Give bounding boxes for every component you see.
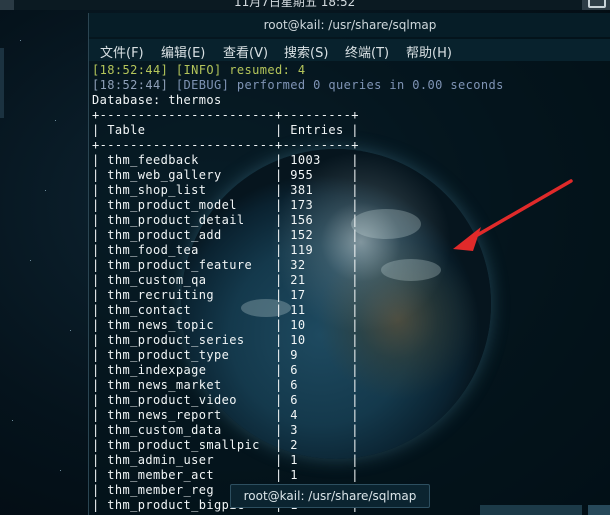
table-row: | thm_product_add | 152 | [92, 228, 359, 242]
table-row: | thm_product_series | 10 | [92, 333, 359, 347]
table-row: | thm_admin_user | 1 | [92, 453, 359, 467]
log-timestamp: [18:52:44] [92, 63, 169, 77]
taskbar-window-button[interactable] [480, 505, 582, 515]
table-row: | thm_web_gallery | 955 | [92, 168, 359, 182]
log-message: resumed: 4 [229, 63, 306, 77]
log-level: [INFO] [175, 63, 222, 77]
window-tooltip: root@kail: /usr/share/sqlmap [230, 484, 430, 508]
menu-edit[interactable]: 编辑(E) [161, 42, 205, 61]
table-row: | thm_custom_data | 3 | [92, 423, 359, 437]
top-panel: 11月7日星期五 18:52 [0, 0, 610, 10]
table-row: | thm_contact | 11 | [92, 303, 359, 317]
annotation-arrow-icon [453, 179, 573, 251]
star [12, 420, 13, 421]
log-timestamp: [18:52:44] [92, 78, 169, 92]
menu-terminal[interactable]: 终端(T) [345, 42, 389, 61]
table-row: | thm_news_report | 4 | [92, 408, 359, 422]
menu-bar: 文件(F) 编辑(E) 查看(V) 搜索(S) 终端(T) 帮助(H) [89, 39, 610, 61]
table-row: | thm_product_smallpic | 2 | [92, 438, 359, 452]
log-line-info: [18:52:44] [INFO] resumed: 4 [92, 63, 306, 78]
arrow-head [453, 227, 481, 251]
database-line: Database: thermos [92, 93, 222, 107]
table-row: | thm_feedback | 1003 | [92, 153, 359, 167]
table-row: | thm_recruiting | 17 | [92, 288, 359, 302]
star [70, 330, 71, 331]
menu-view[interactable]: 查看(V) [223, 42, 268, 61]
table-row: | thm_member_act | 1 | [92, 468, 359, 482]
star [55, 120, 56, 121]
star [45, 190, 46, 191]
table-row: | thm_food_tea | 119 | [92, 243, 359, 257]
table-header: | Table | Entries | [92, 123, 359, 137]
table-row: | thm_indexpage | 6 | [92, 363, 359, 377]
terminal-output[interactable]: [18:52:44] [INFO] resumed: 4 [18:52:44] … [89, 63, 610, 515]
table-row: | thm_product_type | 9 | [92, 348, 359, 362]
activities-icon[interactable] [0, 0, 14, 10]
star [20, 40, 21, 41]
dock-edge[interactable] [0, 48, 4, 118]
table-row: | thm_product_video | 6 | [92, 393, 359, 407]
star [30, 260, 31, 261]
cloud [351, 209, 421, 239]
menu-search[interactable]: 搜索(S) [284, 42, 328, 61]
system-menu-icon[interactable] [582, 0, 610, 10]
star [60, 470, 61, 471]
menu-file[interactable]: 文件(F) [100, 42, 144, 61]
panel-clock[interactable]: 11月7日星期五 18:52 [234, 0, 355, 10]
menu-help[interactable]: 帮助(H) [406, 42, 452, 61]
terminal-window[interactable]: root@kail: /usr/share/sqlmap 文件(F) 编辑(E)… [88, 13, 610, 515]
cloud [381, 259, 441, 281]
window-title[interactable]: root@kail: /usr/share/sqlmap [89, 13, 610, 37]
table-row: | thm_product_feature | 32 | [92, 258, 359, 272]
table-row: | thm_news_topic | 10 | [92, 318, 359, 332]
table-border-top: +-----------------------+---------+ [92, 108, 359, 122]
taskbar-indicator[interactable] [588, 505, 610, 515]
table-row: | thm_product_detail | 156 | [92, 213, 359, 227]
log-level: [DEBUG] [175, 78, 230, 92]
table-row: | thm_news_market | 6 | [92, 378, 359, 392]
table-border-mid: +-----------------------+---------+ [92, 138, 359, 152]
log-message: performed 0 queries in 0.00 seconds [236, 78, 504, 92]
table-row: | thm_product_model | 173 | [92, 198, 359, 212]
table-row: | thm_shop_list | 381 | [92, 183, 359, 197]
arrow-shaft [465, 179, 573, 243]
table-row: | thm_custom_qa | 21 | [92, 273, 359, 287]
log-line-debug: [18:52:44] [DEBUG] performed 0 queries i… [92, 78, 504, 93]
